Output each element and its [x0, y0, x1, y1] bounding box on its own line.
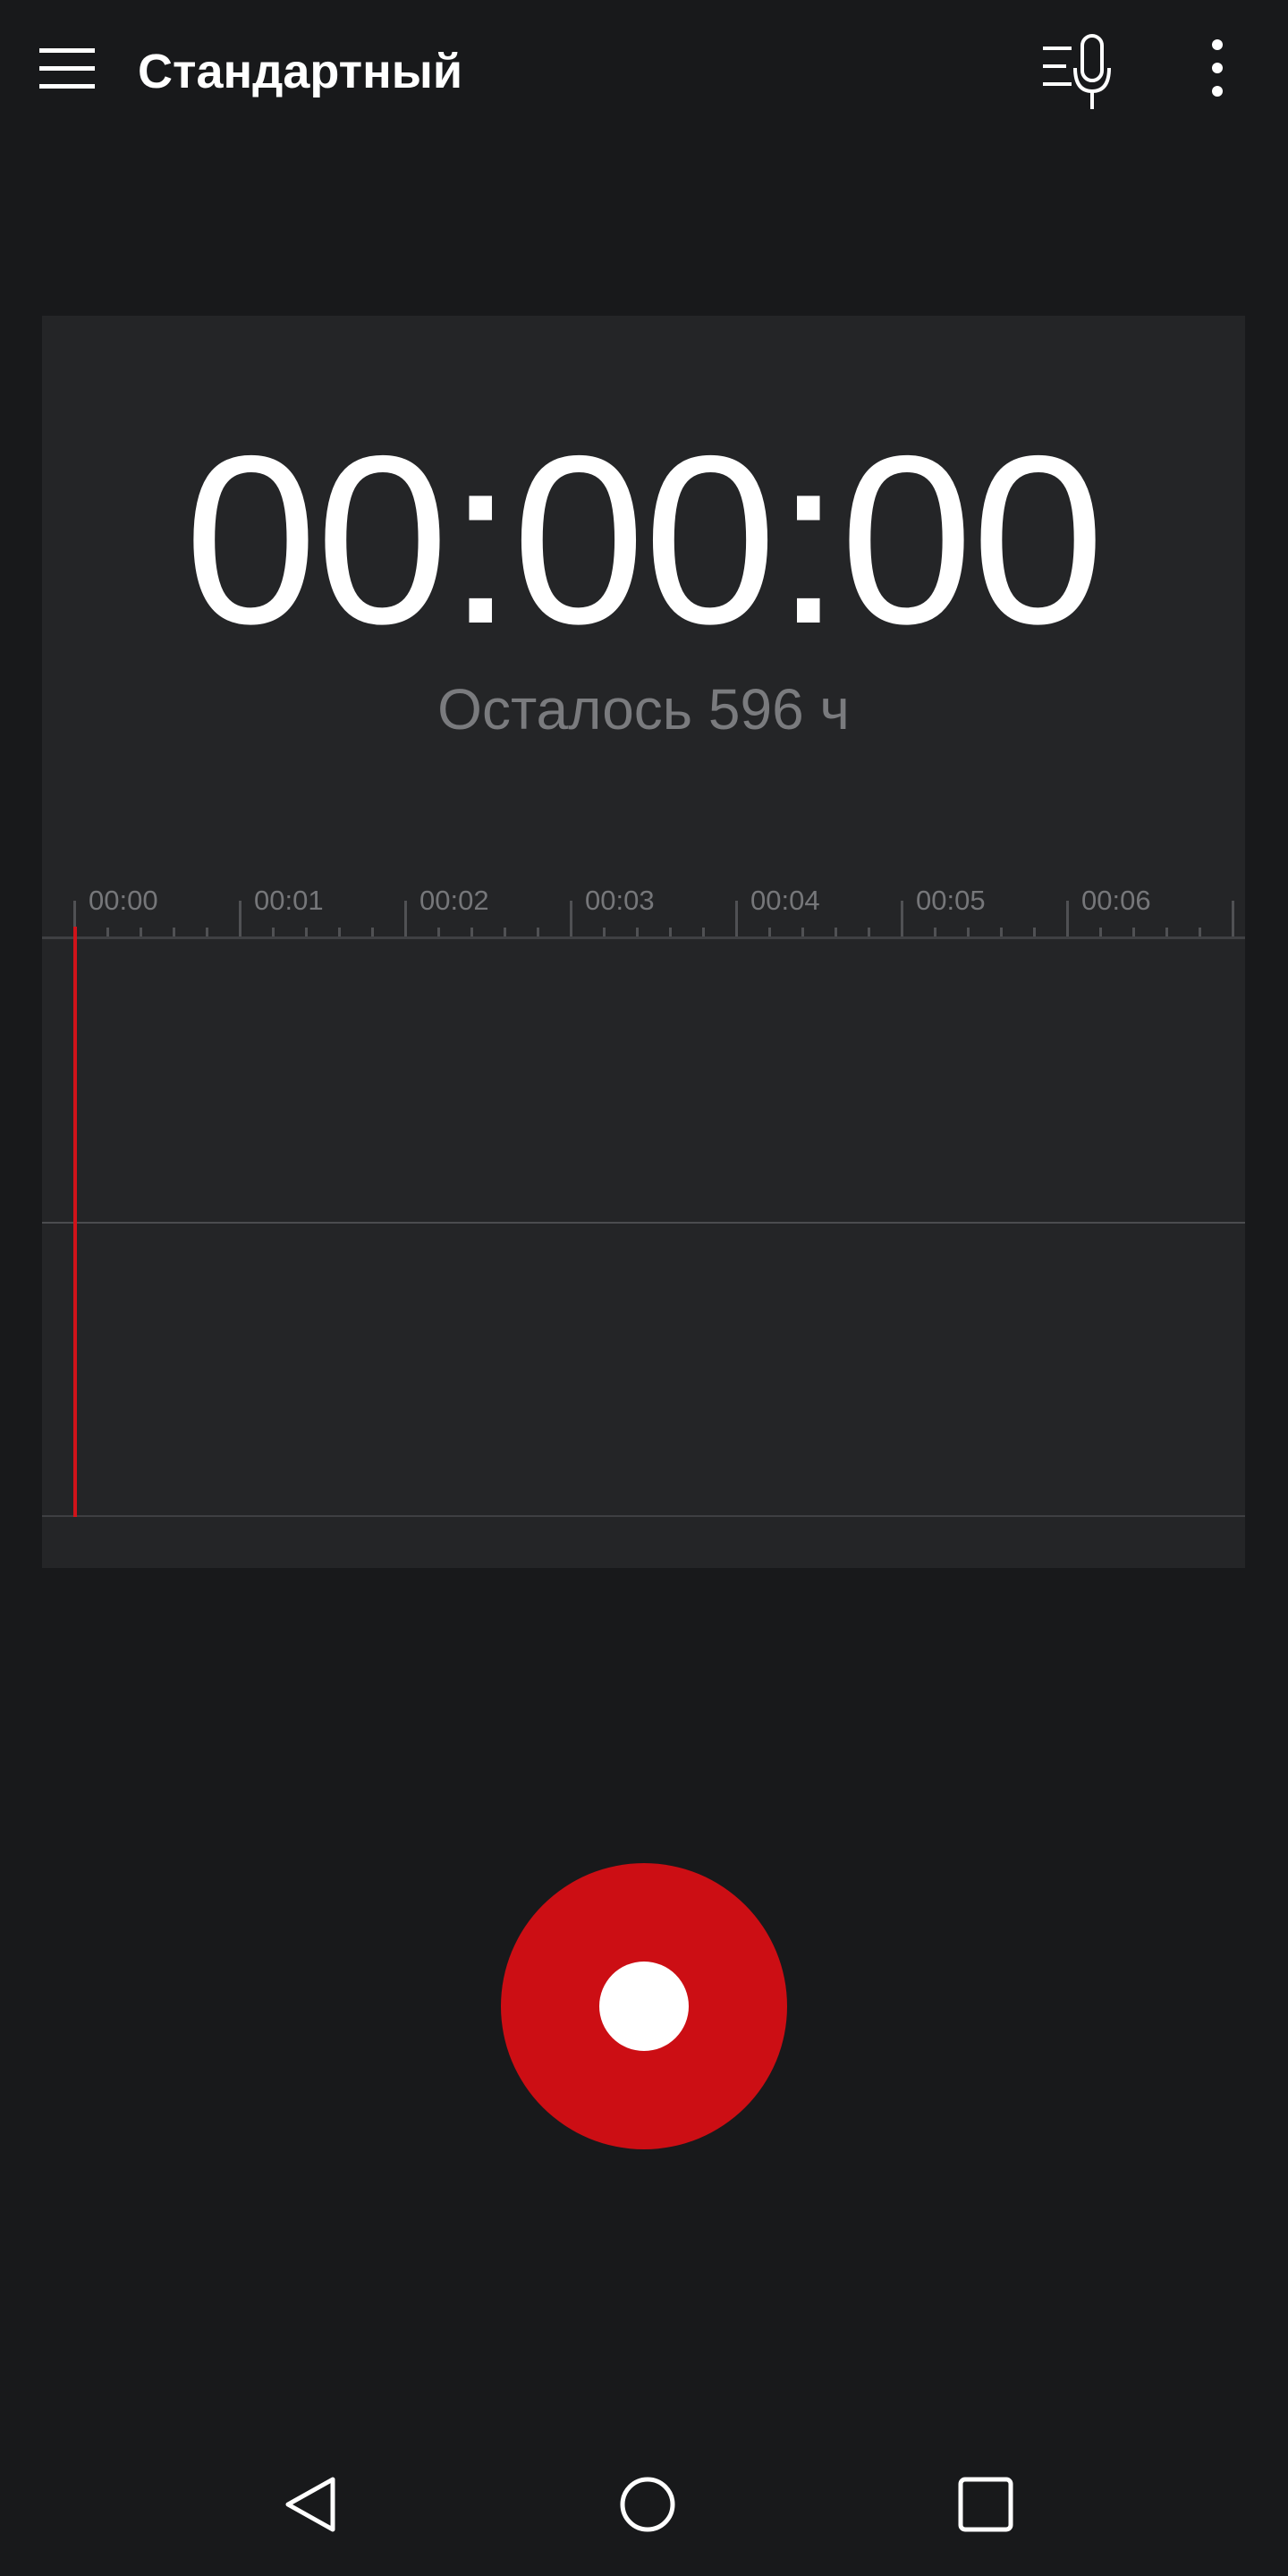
record-button[interactable] — [501, 1863, 787, 2149]
tick-label: 00:05 — [916, 885, 986, 916]
more-vertical-icon — [1212, 39, 1223, 97]
record-icon — [599, 1962, 689, 2051]
waveform-area[interactable] — [42, 927, 1245, 1517]
recents-button[interactable] — [932, 2451, 1039, 2558]
waveform-bottom-divider — [42, 1515, 1245, 1517]
tick-label: 00:00 — [89, 885, 158, 916]
page-title: Стандартный — [138, 45, 463, 98]
voice-recorder-screen: Стандартный 00:00:00 Осталось 596 ч 00:0… — [0, 0, 1288, 2576]
recording-mode-button[interactable] — [1036, 27, 1125, 116]
overflow-menu-button[interactable] — [1186, 27, 1249, 116]
remaining-time: Осталось 596 ч — [437, 677, 850, 741]
home-circle-icon — [620, 2477, 675, 2532]
waveform-baseline — [42, 1222, 1245, 1224]
tick-label: 00:06 — [1081, 885, 1151, 916]
tick-label: 00:04 — [750, 885, 820, 916]
recorder-panel: 00:00:00 Осталось 596 ч 00:00 00:01 00:0… — [42, 316, 1245, 1568]
menu-button[interactable] — [32, 36, 104, 100]
recents-square-icon — [958, 2477, 1013, 2532]
back-triangle-icon — [285, 2477, 335, 2532]
tick-label: 00:01 — [254, 885, 324, 916]
playhead — [73, 927, 77, 1517]
home-button[interactable] — [594, 2451, 701, 2558]
system-navigation-bar — [0, 2433, 1288, 2576]
tick-label: 00:02 — [419, 885, 489, 916]
app-bar: Стандартный — [0, 0, 1288, 143]
back-button[interactable] — [258, 2451, 365, 2558]
tick-label: 00:03 — [585, 885, 655, 916]
microphone-list-icon — [1043, 34, 1111, 109]
elapsed-time: 00:00:00 — [183, 405, 1105, 674]
hamburger-menu-icon — [39, 48, 95, 89]
